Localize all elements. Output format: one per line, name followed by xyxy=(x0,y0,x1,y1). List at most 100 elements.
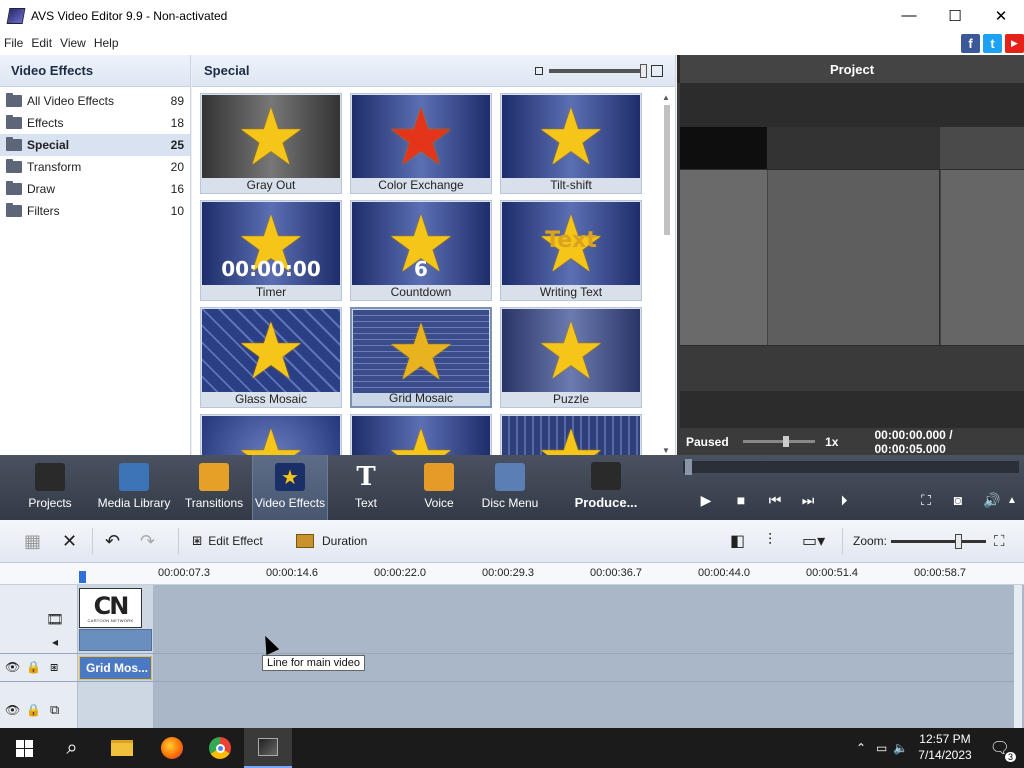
firefox-icon[interactable] xyxy=(148,728,196,768)
menu-bar: File Edit View Help f t ▶ xyxy=(0,31,1024,55)
toolbar-disc-menu[interactable]: Disc Menu xyxy=(480,455,540,520)
effect-tile[interactable]: ★ Puzzle xyxy=(500,307,642,408)
stop-icon[interactable]: ■ xyxy=(729,491,753,509)
effect-tile[interactable]: ★ Grid Mosaic xyxy=(350,307,492,408)
scrollbar-thumb[interactable] xyxy=(664,105,670,235)
display-mode-icon[interactable]: ▭▾ xyxy=(802,530,825,552)
menu-help[interactable]: Help xyxy=(90,36,123,50)
effect-tile[interactable]: ★ Glass Mosaic xyxy=(200,307,342,408)
effect-tile[interactable]: ★ Gray Out xyxy=(200,93,342,194)
volume-menu-icon[interactable]: ▲ xyxy=(1004,491,1020,509)
timeline-ruler[interactable]: 00:00:07.3 00:00:14.6 00:00:22.0 00:00:29.3… xyxy=(0,563,1024,585)
toolbar-media-library[interactable]: Media Library xyxy=(96,455,172,520)
preview-seek-bar[interactable] xyxy=(683,459,1019,475)
snapshot-icon[interactable]: ◙ xyxy=(946,491,970,509)
toolbar-video-effects[interactable]: ★ Video Effects xyxy=(252,455,328,520)
lock-icon[interactable]: 🔒 xyxy=(26,660,41,674)
effect-tile[interactable]: ★ Text Writing Text xyxy=(500,200,642,301)
next-frame-icon[interactable]: ⏭ xyxy=(796,491,820,509)
seek-knob[interactable] xyxy=(685,459,692,475)
chrome-icon[interactable] xyxy=(196,728,244,768)
effect-tile[interactable]: ★ 00:00:00 Timer xyxy=(200,200,342,301)
speaker-icon[interactable]: 🔈 xyxy=(893,741,908,755)
playhead[interactable] xyxy=(79,571,86,583)
video-clip[interactable]: CN CARTOON NETWORK xyxy=(79,588,142,628)
avs-video-editor-taskbar-icon[interactable] xyxy=(244,728,292,768)
category-item[interactable]: All Video Effects 89 xyxy=(0,90,190,112)
delete-icon[interactable]: ✕ xyxy=(62,530,77,552)
volume-icon[interactable]: 🔊 xyxy=(980,491,1004,509)
category-item[interactable]: Special 25 xyxy=(0,134,190,156)
mute-track-icon[interactable]: ◂ xyxy=(52,635,58,649)
effect-tile[interactable]: ★ xyxy=(350,414,492,455)
gallery-scrollbar[interactable]: ▲ ▼ xyxy=(662,93,671,455)
redo-icon[interactable]: ↷ xyxy=(140,530,155,552)
duration-button[interactable]: Duration xyxy=(296,530,367,552)
audio-split-icon[interactable]: ◧ xyxy=(730,530,745,552)
effect-tile[interactable]: ★ Color Exchange xyxy=(350,93,492,194)
effect-tile[interactable]: ★ Tilt-shift xyxy=(500,93,642,194)
category-count: 10 xyxy=(170,204,184,218)
effect-thumbnail: ★ 6 xyxy=(352,202,490,285)
slider-knob[interactable] xyxy=(640,64,647,78)
audio-clip[interactable] xyxy=(79,629,152,651)
eye-icon-2[interactable]: 👁 xyxy=(5,703,20,717)
network-icon[interactable]: ▭ xyxy=(876,741,887,755)
notifications-icon[interactable]: 🗨 3 xyxy=(990,738,1016,762)
menu-edit[interactable]: Edit xyxy=(27,36,56,50)
facebook-icon[interactable]: f xyxy=(961,34,980,53)
thumbnail-overlay-text: 6 xyxy=(414,257,428,281)
eye-icon[interactable]: 👁 xyxy=(5,660,20,674)
youtube-icon[interactable]: ▶ xyxy=(1005,34,1024,53)
fullscreen-icon[interactable]: ⛶ xyxy=(914,491,938,509)
effect-tile[interactable]: ★ xyxy=(200,414,342,455)
small-thumbnails-icon[interactable] xyxy=(535,67,543,75)
toolbar-transitions[interactable]: Transitions xyxy=(182,455,246,520)
taskbar: ⌕ ⌃ ▭ 🔈 12:57 PM 7/14/2023 🗨 3 xyxy=(0,728,1024,768)
zoom-slider[interactable] xyxy=(891,530,986,552)
search-icon[interactable]: ⌕ xyxy=(48,728,96,768)
ruler-tick-label: 00:00:44.0 xyxy=(698,567,750,579)
clock[interactable]: 12:57 PM 7/14/2023 xyxy=(918,732,971,763)
category-item[interactable]: Draw 16 xyxy=(0,178,190,200)
effect-tile[interactable]: ★ 6 Countdown xyxy=(350,200,492,301)
category-item[interactable]: Transform 20 xyxy=(0,156,190,178)
file-explorer-icon[interactable] xyxy=(98,728,146,768)
timeline-tracks[interactable]: 🎞 ◂ 👁 🔒 ⧆ 👁 🔒 ⧉ CN CARTOON NETWORK Grid … xyxy=(0,585,1024,728)
close-button[interactable]: ✕ xyxy=(978,0,1024,31)
category-item[interactable]: Filters 10 xyxy=(0,200,190,222)
show-hidden-icons-icon[interactable]: ⌃ xyxy=(856,741,866,755)
large-thumbnails-icon[interactable] xyxy=(651,65,663,77)
effect-tile[interactable]: ★ xyxy=(500,414,642,455)
toolbar-text[interactable]: T Text xyxy=(340,455,392,520)
split-icon[interactable]: ⏵ xyxy=(832,491,856,509)
edit-effect-button[interactable]: ⧆ Edit Effect xyxy=(192,530,263,552)
playback-speed-slider[interactable] xyxy=(742,436,816,447)
category-item[interactable]: Effects 18 xyxy=(0,112,190,134)
toolbar-label: Produce... xyxy=(574,495,638,510)
maximize-button[interactable]: ☐ xyxy=(932,0,978,31)
toolbar-voice[interactable]: Voice xyxy=(410,455,468,520)
menu-view[interactable]: View xyxy=(56,36,90,50)
toolbar-label: Voice xyxy=(424,496,454,510)
lock-icon-2[interactable]: 🔒 xyxy=(26,703,41,717)
fit-to-window-icon[interactable]: ⛶ xyxy=(994,530,1005,552)
undo-icon[interactable]: ↶ xyxy=(105,530,120,552)
toolbar-produce[interactable]: Produce... xyxy=(568,455,644,520)
windows-start-icon[interactable] xyxy=(0,728,48,768)
twitter-icon[interactable]: t xyxy=(983,34,1002,53)
scroll-down-icon[interactable]: ▼ xyxy=(662,446,670,455)
menu-file[interactable]: File xyxy=(0,36,27,50)
previous-frame-icon[interactable]: ⏮ xyxy=(763,491,787,509)
toolbar-projects[interactable]: Projects xyxy=(14,455,86,520)
timeline-scrollbar[interactable] xyxy=(1014,585,1022,728)
audio-mixer-icon[interactable]: ⫶ xyxy=(768,530,772,552)
storyboard-icon[interactable]: ▦ xyxy=(24,530,41,552)
thumbnail-size-slider[interactable] xyxy=(549,64,647,78)
zoom-label: Zoom: xyxy=(853,534,888,548)
star-icon: ★ xyxy=(386,95,456,178)
play-icon[interactable]: ▶ xyxy=(694,491,718,509)
effect-clip[interactable]: Grid Mos... xyxy=(79,656,152,680)
scroll-up-icon[interactable]: ▲ xyxy=(662,93,670,102)
minimize-button[interactable]: — xyxy=(886,0,932,31)
